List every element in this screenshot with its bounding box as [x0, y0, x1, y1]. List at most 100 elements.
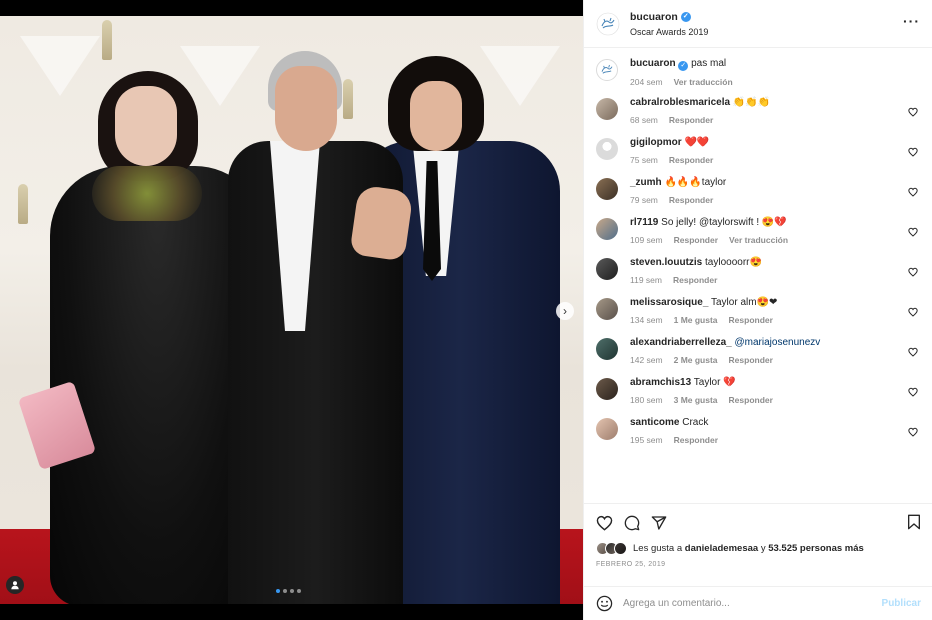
- liker-avatar[interactable]: [614, 542, 627, 555]
- author-username[interactable]: bucuaron ✓: [630, 11, 708, 23]
- comment-heart-icon[interactable]: [908, 107, 918, 117]
- verified-badge-icon: ✓: [678, 61, 689, 71]
- comment-age[interactable]: 119 sem: [630, 275, 662, 285]
- comment-heart-icon[interactable]: [908, 307, 918, 317]
- person-center-face: [275, 66, 337, 151]
- post-header: bucuaron ✓ Oscar Awards 2019 ···: [584, 0, 932, 48]
- reply-button[interactable]: Responder: [729, 355, 773, 365]
- comment-text: 👏👏👏: [732, 97, 771, 108]
- commenter-avatar[interactable]: [596, 418, 618, 440]
- commenter-avatar[interactable]: [596, 218, 618, 240]
- comment-age[interactable]: 109 sem: [630, 235, 663, 245]
- comment-username[interactable]: gigilopmor: [630, 137, 682, 148]
- comment-row: gigilopmor ❤️❤️ 75 sem Responder: [596, 137, 921, 165]
- caption: bucuaron ✓ pas mal 204 sem Ver traducció…: [596, 58, 921, 87]
- comment-username[interactable]: abramchis13: [630, 377, 691, 388]
- commenter-avatar[interactable]: [596, 378, 618, 400]
- comment-heart-icon[interactable]: [908, 347, 918, 357]
- comment-likes[interactable]: 2 Me gusta: [674, 355, 718, 365]
- post-date[interactable]: FEBRERO 25, 2019: [596, 561, 921, 568]
- add-comment-bar: Publicar: [584, 586, 932, 620]
- comment-likes[interactable]: 1 Me gusta: [674, 315, 718, 325]
- comment-text: Taylor 💔: [693, 377, 736, 388]
- caption-age[interactable]: 204 sem: [630, 77, 663, 87]
- comment-age[interactable]: 134 sem: [630, 315, 663, 325]
- oscar-statue: [343, 79, 353, 119]
- more-icon[interactable]: ···: [903, 14, 920, 28]
- reply-button[interactable]: Responder: [669, 195, 713, 205]
- comment-username[interactable]: rl7119: [630, 217, 658, 228]
- person-right-face: [410, 81, 462, 151]
- caption-username[interactable]: bucuaron: [630, 58, 676, 69]
- chevron-right-icon[interactable]: ›: [556, 302, 574, 320]
- likes-joiner: y: [760, 543, 766, 554]
- post-photo: [0, 16, 583, 604]
- comment-age[interactable]: 195 sem: [630, 435, 663, 445]
- comment-heart-icon[interactable]: [908, 227, 918, 237]
- bookmark-icon[interactable]: [907, 514, 921, 533]
- comment-age[interactable]: 180 sem: [630, 395, 663, 405]
- comment-heart-icon[interactable]: [908, 267, 918, 277]
- comment-input[interactable]: [623, 598, 882, 609]
- comment-username[interactable]: steven.louutzis: [630, 257, 702, 268]
- emoji-icon[interactable]: [596, 595, 613, 612]
- comment-text: So jelly! @taylorswift ! 😍💔: [661, 217, 787, 228]
- carousel-dot: [297, 589, 301, 593]
- commenter-avatar[interactable]: [596, 258, 618, 280]
- author-avatar[interactable]: [596, 12, 620, 36]
- share-icon[interactable]: [651, 515, 667, 531]
- likes-summary: Les gusta a danielademesaa y 53.525 pers…: [596, 542, 921, 555]
- user-tag-icon[interactable]: [6, 576, 24, 594]
- heart-icon[interactable]: [596, 515, 613, 531]
- comment-likes[interactable]: 3 Me gusta: [674, 395, 718, 405]
- comment-text: Taylor alm😍❤: [710, 297, 778, 308]
- comment-row: cabralroblesmaricela 👏👏👏 68 sem Responder: [596, 97, 921, 125]
- carousel-dot: [283, 589, 287, 593]
- post-location[interactable]: Oscar Awards 2019: [630, 27, 708, 37]
- author-name-text[interactable]: bucuaron: [630, 11, 678, 23]
- dress-embroidery: [92, 166, 202, 221]
- comment-text: tayloooorr😍: [705, 257, 762, 268]
- translate-button[interactable]: Ver traducción: [674, 77, 733, 87]
- reply-button[interactable]: Responder: [729, 315, 773, 325]
- reply-button[interactable]: Responder: [669, 155, 713, 165]
- carousel-dot: [290, 589, 294, 593]
- comment-age[interactable]: 142 sem: [630, 355, 663, 365]
- comments-list[interactable]: bucuaron ✓ pas mal 204 sem Ver traducció…: [584, 48, 932, 503]
- reply-button[interactable]: Responder: [674, 235, 718, 245]
- comment-username[interactable]: _zumh: [630, 177, 662, 188]
- oscar-statue: [18, 184, 28, 224]
- post-media: ›: [0, 0, 583, 620]
- comment-row: _zumh 🔥🔥🔥taylor 79 sem Responder: [596, 177, 921, 205]
- comment-text: ❤️❤️: [684, 137, 710, 148]
- comment-username[interactable]: alexandriaberrelleza_: [630, 337, 732, 348]
- translate-button[interactable]: Ver traducción: [729, 235, 788, 245]
- backdrop-pattern: [20, 36, 100, 96]
- reply-button[interactable]: Responder: [673, 275, 717, 285]
- reply-button[interactable]: Responder: [674, 435, 718, 445]
- comment-username[interactable]: santicome: [630, 417, 679, 428]
- commenter-avatar[interactable]: [596, 138, 618, 160]
- reply-button[interactable]: Responder: [729, 395, 773, 405]
- commenter-avatar[interactable]: [596, 338, 618, 360]
- commenter-avatar[interactable]: [596, 178, 618, 200]
- comment-text: 🔥🔥🔥taylor: [664, 177, 727, 188]
- comment-age[interactable]: 79 sem: [630, 195, 658, 205]
- comment-heart-icon[interactable]: [908, 387, 918, 397]
- comment-username[interactable]: cabralroblesmaricela: [630, 97, 730, 108]
- commenter-avatar[interactable]: [596, 298, 618, 320]
- commenter-avatar[interactable]: [596, 98, 618, 120]
- reply-button[interactable]: Responder: [669, 115, 713, 125]
- likes-count[interactable]: 53.525 personas más: [768, 543, 864, 554]
- comment-row: melissarosique_ Taylor alm😍❤ 134 sem 1 Me …: [596, 297, 921, 325]
- comment-heart-icon[interactable]: [908, 427, 918, 437]
- first-liker[interactable]: danielademesaa: [685, 543, 758, 554]
- comment-age[interactable]: 75 sem: [630, 155, 658, 165]
- comment-username[interactable]: melissarosique_: [630, 297, 708, 308]
- publish-button[interactable]: Publicar: [882, 598, 921, 609]
- comment-heart-icon[interactable]: [908, 187, 918, 197]
- author-avatar-small[interactable]: [596, 59, 618, 81]
- comment-icon[interactable]: [624, 515, 640, 531]
- comment-age[interactable]: 68 sem: [630, 115, 658, 125]
- comment-heart-icon[interactable]: [908, 147, 918, 157]
